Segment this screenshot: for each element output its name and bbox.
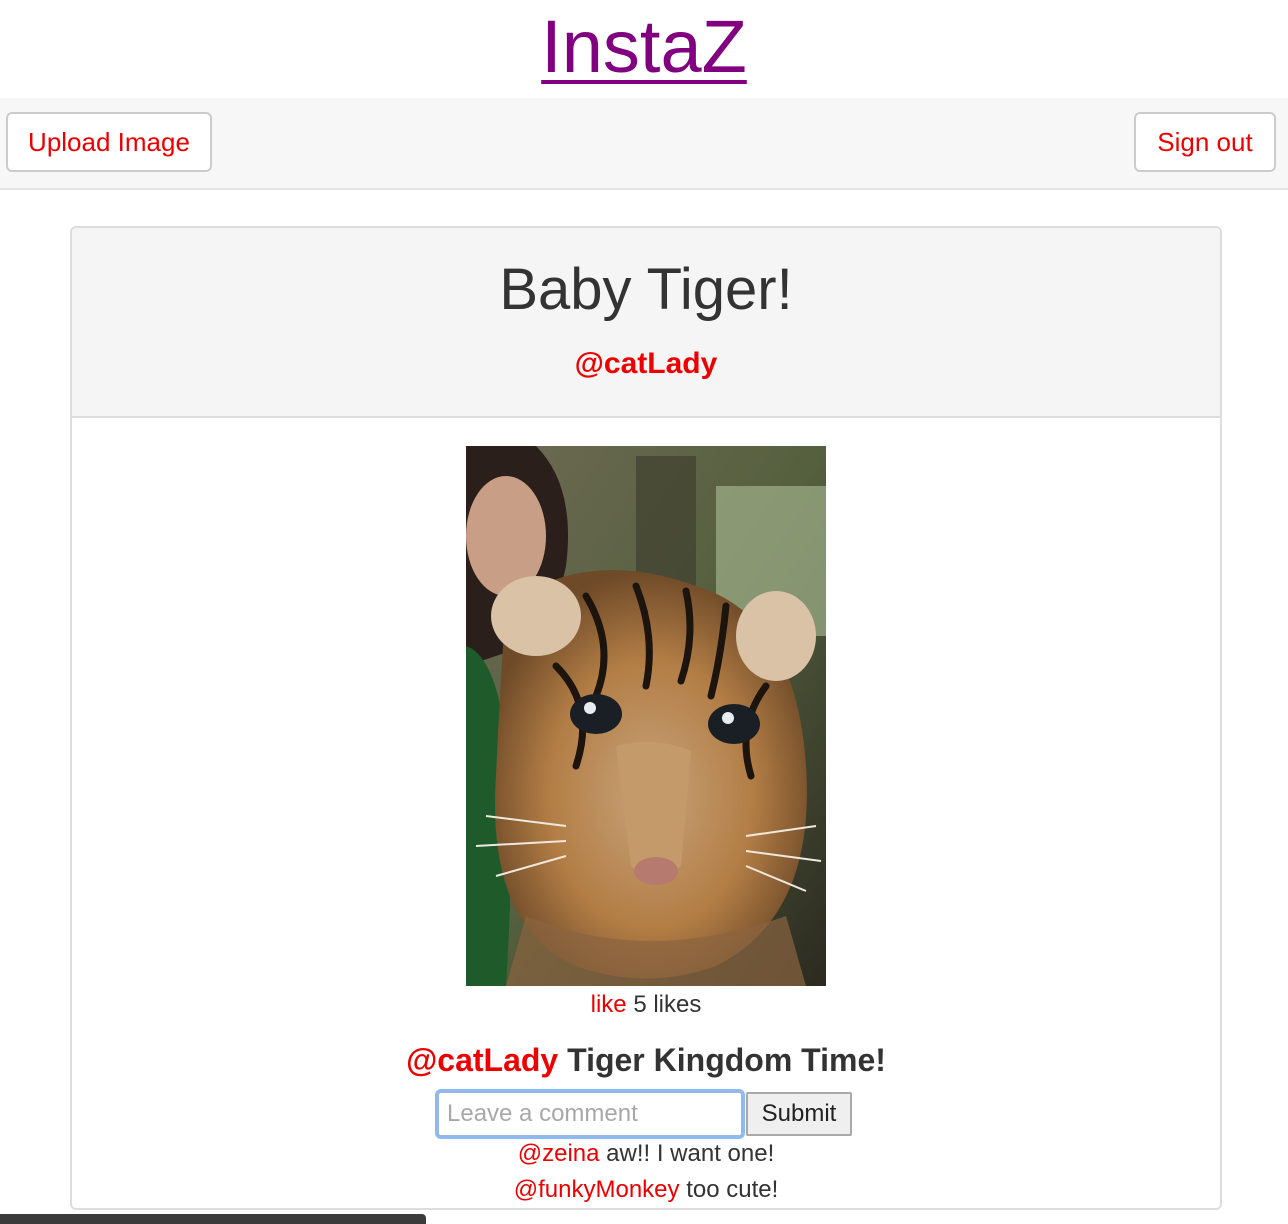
site-header: InstaZ: [0, 0, 1288, 98]
post-author-link[interactable]: @catLady: [72, 344, 1220, 384]
upload-image-button[interactable]: Upload Image: [6, 112, 212, 172]
browser-status-bar: [0, 1214, 426, 1224]
comment-user-link[interactable]: @funkyMonkey: [514, 1176, 680, 1203]
comment-text: too cute!: [686, 1176, 779, 1203]
caption-text: Tiger Kingdom Time!: [567, 1042, 886, 1078]
comment-list: @zeina aw!! I want one! @funkyMonkey too…: [72, 1136, 1220, 1208]
submit-comment-button[interactable]: Submit: [746, 1092, 852, 1136]
like-link[interactable]: like: [591, 991, 627, 1018]
comment-item: @funkyMonkey too cute!: [72, 1172, 1220, 1208]
comment-item: @zeina aw!! I want one!: [72, 1136, 1220, 1172]
sign-out-button[interactable]: Sign out: [1134, 112, 1276, 172]
post-image: [466, 446, 826, 986]
post-heading: Baby Tiger! @catLady: [72, 228, 1220, 418]
navbar: Upload Image Sign out: [0, 98, 1288, 190]
comment-input[interactable]: [438, 1092, 742, 1136]
post-caption: @catLady Tiger Kingdom Time!: [72, 1038, 1220, 1082]
likes-count: 5 likes: [633, 991, 702, 1018]
caption-user-link[interactable]: @catLady: [406, 1042, 558, 1078]
likes-row: like 5 likes: [72, 988, 1220, 1022]
post-panel: Baby Tiger! @catLady like 5 likes @catLa…: [70, 226, 1222, 1210]
site-title-link[interactable]: InstaZ: [541, 2, 747, 92]
comment-user-link[interactable]: @zeina: [518, 1140, 600, 1167]
comment-text: aw!! I want one!: [606, 1140, 775, 1167]
post-title: Baby Tiger!: [499, 257, 793, 322]
